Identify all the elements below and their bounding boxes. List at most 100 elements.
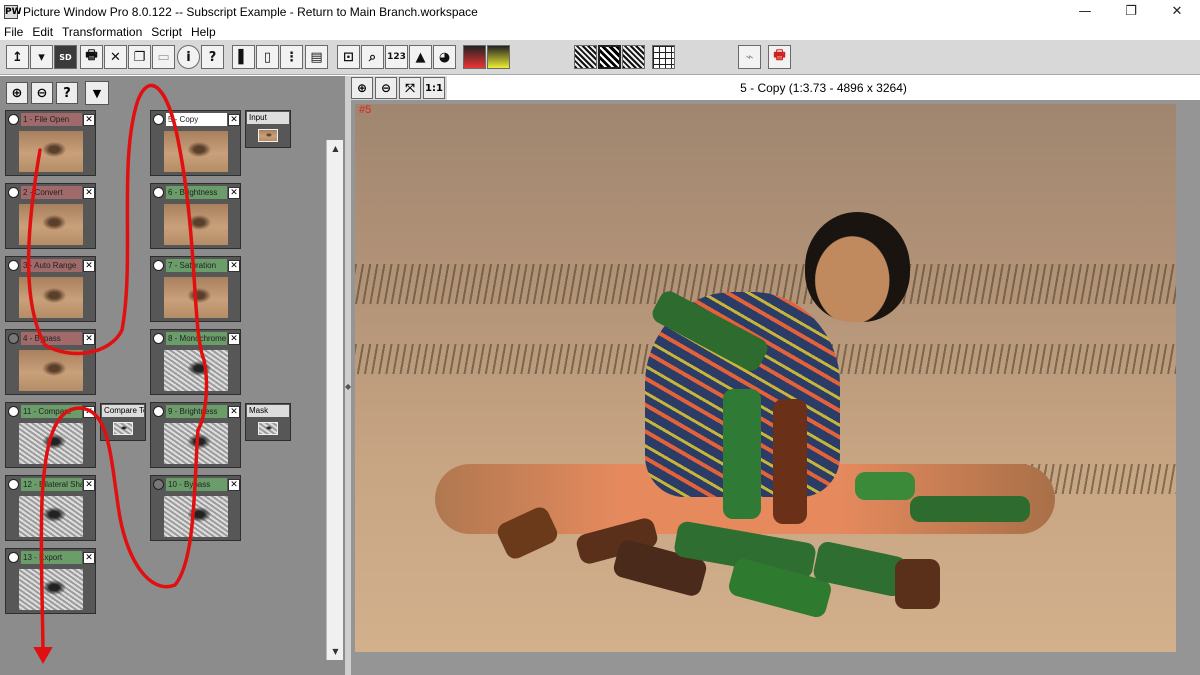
close-icon[interactable]: ✕	[83, 259, 95, 272]
image-canvas[interactable]: #5	[355, 104, 1176, 652]
close-icon[interactable]: ✕	[83, 113, 95, 126]
palette-icon[interactable]: ◕	[433, 45, 456, 69]
scroll-down-icon[interactable]: ▼	[327, 643, 344, 660]
close-icon[interactable]: ✕	[228, 113, 240, 126]
node-radio[interactable]	[153, 114, 164, 125]
scroll-up-icon[interactable]: ▲	[327, 140, 344, 157]
layout-list-icon[interactable]: ▤	[305, 45, 328, 69]
hatch-light-icon[interactable]	[574, 45, 597, 69]
node-5[interactable]: 5 - Copy ✕	[150, 110, 241, 176]
node-radio[interactable]	[8, 260, 19, 271]
node-2[interactable]: 2 - Convert ✕	[5, 183, 96, 249]
close-icon[interactable]: ✕	[83, 478, 95, 491]
node-10[interactable]: 10 - Bypass ✕	[150, 475, 241, 541]
layout-left-icon[interactable]: ▌	[232, 45, 255, 69]
node-12[interactable]: 12 - Bilateral Sharpen✕	[5, 475, 96, 541]
mask-node-thumbnail	[258, 422, 278, 435]
menu-bar: File Edit Transformation Script Help	[0, 23, 1200, 40]
menu-transformation[interactable]: Transformation	[62, 25, 142, 39]
menu-file[interactable]: File	[4, 25, 23, 39]
node-radio[interactable]	[153, 187, 164, 198]
node-thumbnail	[19, 496, 83, 537]
help-icon[interactable]: ?	[201, 45, 224, 69]
node-radio[interactable]	[8, 406, 19, 417]
node-radio[interactable]	[153, 406, 164, 417]
node-radio[interactable]	[153, 479, 164, 490]
save-icon[interactable]: ▾	[30, 45, 53, 69]
actual-size-icon[interactable]: 1:1	[423, 77, 445, 99]
close-icon[interactable]: ✕	[228, 259, 240, 272]
node-label: 11 - Compare	[21, 405, 82, 418]
layout-full-icon[interactable]: ▯	[256, 45, 279, 69]
close-button[interactable]: ✕	[1154, 0, 1200, 23]
node-radio[interactable]	[8, 187, 19, 198]
node-radio[interactable]	[8, 552, 19, 563]
restore-button[interactable]: ❐	[1108, 0, 1154, 23]
help-icon[interactable]: ?	[56, 82, 78, 104]
fit-icon[interactable]: ⤧	[399, 77, 421, 99]
window-controls: — ❐ ✕	[1062, 0, 1200, 23]
compare-to-node[interactable]: Compare To	[100, 403, 146, 441]
close-icon[interactable]: ✕	[83, 186, 95, 199]
dropdown-icon[interactable]: ▼	[85, 81, 109, 105]
node-thumbnail	[19, 350, 83, 391]
node-thumbnail	[164, 131, 228, 172]
close-icon[interactable]: ✕	[228, 405, 240, 418]
zoom-in-icon[interactable]: ⊕	[351, 77, 373, 99]
magnify-icon[interactable]: ⌕	[361, 45, 384, 69]
node-thumbnail	[164, 350, 228, 391]
node-radio[interactable]	[8, 114, 19, 125]
close-icon[interactable]: ✕	[83, 551, 95, 564]
node-thumbnail	[19, 204, 83, 245]
node-7[interactable]: 7 - Saturation ✕	[150, 256, 241, 322]
zoom-in-icon[interactable]: ⊕	[6, 82, 28, 104]
close-icon[interactable]: ✕	[228, 186, 240, 199]
node-thumbnail	[164, 277, 228, 318]
close-icon[interactable]: ✕	[228, 332, 240, 345]
close-x-icon[interactable]: ✕	[104, 45, 127, 69]
mask-node[interactable]: Mask	[245, 403, 291, 441]
node-13[interactable]: 13 - Export ✕	[5, 548, 96, 614]
node-8[interactable]: 8 - Monochrome ✕	[150, 329, 241, 395]
node-4[interactable]: 4 - Bypass ✕	[5, 329, 96, 395]
print-red-icon[interactable]: 🖶	[768, 45, 791, 69]
print-icon[interactable]: 🖶	[80, 45, 103, 69]
hatch-dark-icon[interactable]	[598, 45, 621, 69]
info-icon[interactable]: i	[177, 45, 200, 69]
menu-edit[interactable]: Edit	[32, 25, 53, 39]
node-radio[interactable]	[8, 479, 19, 490]
menu-script[interactable]: Script	[151, 25, 182, 39]
node-9[interactable]: 9 - Brightness ✕	[150, 402, 241, 468]
layout-dots-icon[interactable]: ⋮	[280, 45, 303, 69]
node-radio[interactable]	[8, 333, 19, 344]
node-3[interactable]: 3 - Auto Range ✕	[5, 256, 96, 322]
open-icon[interactable]: ↥	[6, 45, 29, 69]
hatch-medium-icon[interactable]	[622, 45, 645, 69]
node-6[interactable]: 6 - Brightness ✕	[150, 183, 241, 249]
monitor-graph-icon[interactable]: ⌁	[738, 45, 761, 69]
close-icon[interactable]: ✕	[83, 405, 95, 418]
input-node[interactable]: Input	[245, 110, 291, 148]
zoom-out-icon[interactable]: ⊖	[375, 77, 397, 99]
node-11[interactable]: 11 - Compare ✕	[5, 402, 96, 468]
workspace-scrollbar[interactable]: ▲ ▼	[326, 140, 343, 660]
close-icon[interactable]: ✕	[83, 332, 95, 345]
node-label: 9 - Brightness	[166, 405, 227, 418]
sd-card-icon[interactable]: SD	[54, 45, 77, 69]
histogram-icon[interactable]: ▲	[409, 45, 432, 69]
paste-icon[interactable]: ▭	[152, 45, 175, 69]
mouse-icon[interactable]: ⊡	[337, 45, 360, 69]
grid-icon[interactable]	[652, 45, 675, 69]
gradient-red-icon[interactable]	[463, 45, 486, 69]
node-1[interactable]: 1 - File Open ✕	[5, 110, 96, 176]
node-radio[interactable]	[153, 333, 164, 344]
zoom-out-icon[interactable]: ⊖	[31, 82, 53, 104]
gradient-yellow-icon[interactable]	[487, 45, 510, 69]
menu-help[interactable]: Help	[191, 25, 216, 39]
numbers-icon[interactable]: 123	[385, 45, 408, 69]
minimize-button[interactable]: —	[1062, 0, 1108, 23]
close-icon[interactable]: ✕	[228, 478, 240, 491]
node-label: 2 - Convert	[21, 186, 82, 199]
node-radio[interactable]	[153, 260, 164, 271]
copy-icon[interactable]: ❐	[128, 45, 151, 69]
